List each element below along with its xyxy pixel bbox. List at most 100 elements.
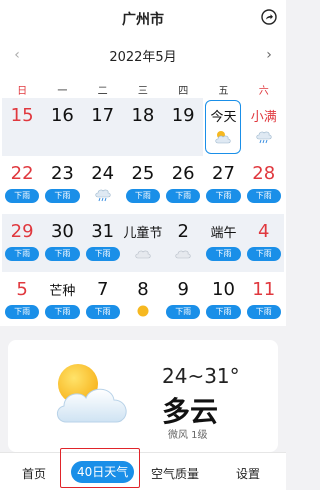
day-label: 5 (16, 279, 28, 300)
weather-badge: 下雨 (166, 189, 201, 203)
calendar-day[interactable]: 芒种 下雨 (42, 272, 82, 330)
weather-badge: 下雨 (166, 305, 201, 319)
weather-badge: 下雨 (246, 189, 281, 203)
calendar-day[interactable]: 19 (163, 98, 204, 156)
calendar-day[interactable]: 27 下雨 (203, 156, 243, 214)
weekday-label: 日 (17, 86, 28, 97)
calendar-day[interactable]: 31 下雨 (82, 214, 123, 272)
sun-icon (137, 305, 149, 317)
cloud-icon (135, 250, 151, 259)
month-label: 2022年5月 (109, 50, 177, 65)
day-label: 30 (50, 221, 74, 242)
day-label: 28 (252, 163, 276, 184)
day-label: 7 (96, 279, 109, 300)
chevron-right-icon[interactable]: › (260, 46, 278, 64)
day-label: 18 (131, 105, 155, 126)
calendar-week-row: 5 下雨 芒种 下雨 7 下雨 8 9 下雨 10 下雨 11 下雨 (2, 272, 284, 330)
calendar-day[interactable]: 23 下雨 (42, 156, 82, 214)
calendar-day[interactable]: 22 下雨 (2, 156, 42, 214)
weekday-label: 六 (258, 86, 269, 97)
weather-badge: 下雨 (206, 189, 241, 203)
weekday-label: 二 (97, 86, 108, 97)
calendar-day[interactable]: 8 (123, 272, 163, 330)
day-label: 27 (212, 163, 235, 184)
calendar-day[interactable]: 儿童节 (122, 214, 164, 272)
day-label: 23 (50, 163, 74, 184)
cloudy-sun-icon (57, 364, 127, 423)
weather-condition: 多云 (162, 395, 219, 428)
calendar-day[interactable]: 11 下雨 (244, 272, 284, 330)
calendar-day[interactable]: 4 下雨 (243, 214, 284, 272)
day-label: 今天 (210, 110, 237, 125)
calendar-day[interactable]: 24 (83, 156, 123, 214)
calendar-day[interactable]: 2 (163, 214, 204, 272)
weather-badge: 下雨 (246, 247, 281, 261)
weather-badge: 下雨 (206, 247, 241, 261)
weekday-label: 四 (178, 86, 189, 97)
calendar-day[interactable]: 25 下雨 (123, 156, 163, 214)
calendar-day[interactable]: 30 下雨 (42, 214, 83, 272)
day-label: 端午 (210, 226, 237, 241)
tab-air-quality[interactable]: 空气质量 (151, 465, 199, 482)
day-label: 31 (91, 221, 115, 242)
day-label: 29 (10, 221, 34, 242)
day-label: 芒种 (49, 284, 76, 299)
weather-badge: 下雨 (5, 305, 40, 319)
day-label: 8 (137, 279, 149, 300)
highlight-box (60, 448, 140, 488)
day-label: 19 (171, 105, 195, 126)
day-label: 16 (50, 105, 74, 126)
cloud-icon (175, 250, 191, 259)
day-label: 24 (91, 163, 115, 184)
day-label: 25 (131, 163, 155, 184)
app-header: 广州市 (0, 0, 286, 34)
wind-info: 微风 1级 (168, 430, 208, 441)
rain-cloud-icon (256, 131, 272, 144)
calendar-day[interactable]: 小满 (244, 98, 284, 156)
weather-badge: 下雨 (246, 305, 281, 319)
day-label: 15 (10, 105, 34, 126)
temperature-range: 24~31° (162, 364, 240, 388)
today-weather-card[interactable]: 24~31° 多云 微风 1级 (8, 340, 278, 452)
weather-badge: 下雨 (125, 189, 161, 203)
calendar-day[interactable]: 端午 下雨 (203, 214, 244, 272)
share-arrow-icon[interactable] (261, 9, 277, 25)
calendar-week-row: 29 下雨 30 下雨 31 下雨 儿童节 2 端午 下雨 4 下雨 (2, 214, 284, 272)
weather-badge: 下雨 (85, 305, 120, 319)
calendar-day[interactable]: 26 下雨 (163, 156, 203, 214)
calendar-day[interactable]: 10 下雨 (203, 272, 243, 330)
weather-badge: 下雨 (5, 189, 40, 203)
weekday-label: 一 (57, 86, 68, 97)
calendar-day[interactable]: 16 (42, 98, 83, 156)
day-label: 11 (252, 279, 276, 300)
tab-home[interactable]: 首页 (22, 465, 46, 482)
city-title: 广州市 (122, 12, 164, 28)
calendar-day[interactable]: 15 (2, 98, 43, 156)
weather-badge: 下雨 (45, 247, 80, 261)
calendar-week-row: 22 下雨 23 下雨 24 25 下雨 26 下雨 27 下雨 28 下雨 (2, 156, 284, 214)
calendar-grid: 15 16 17 18 19 今天 小满 22 下雨 23 下雨 24 25 下雨 26 下雨 27 下雨 28 下雨… (2, 98, 284, 330)
day-label: 26 (171, 163, 195, 184)
day-label: 2 (177, 221, 189, 242)
weekday-label: 三 (137, 86, 148, 97)
rain-cloud-icon (94, 189, 111, 202)
tab-settings[interactable]: 设置 (236, 465, 260, 482)
day-label: 4 (258, 221, 270, 242)
calendar-day[interactable]: 5 下雨 (2, 272, 42, 330)
weather-badge: 下雨 (45, 189, 80, 203)
calendar: ‹ 2022年5月 › 日 一 二 三 四 五 六 15 16 17 18 19 今天 小满… (0, 34, 286, 326)
calendar-day[interactable]: 7 下雨 (83, 272, 123, 330)
calendar-day[interactable]: 29 下雨 (2, 214, 43, 272)
calendar-day[interactable]: 9 下雨 (163, 272, 203, 330)
calendar-day[interactable]: 18 (122, 98, 164, 156)
weather-badge: 下雨 (85, 247, 120, 261)
weather-badge: 下雨 (5, 247, 40, 261)
calendar-day[interactable]: 28 下雨 (244, 156, 284, 214)
weekday-label: 五 (218, 86, 229, 97)
day-label: 9 (177, 279, 189, 300)
day-label: 小满 (250, 110, 277, 125)
day-label: 17 (91, 105, 115, 126)
calendar-day-today[interactable]: 今天 (203, 98, 243, 156)
weekday-header: 日 一 二 三 四 五 六 (2, 82, 284, 97)
calendar-day[interactable]: 17 (82, 98, 123, 156)
